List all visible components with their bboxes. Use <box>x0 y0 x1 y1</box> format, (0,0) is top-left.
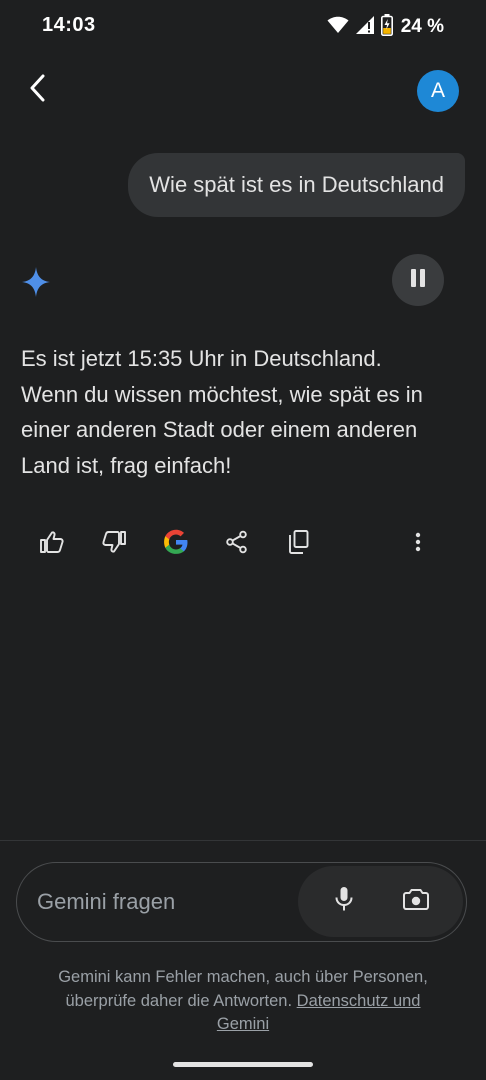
privacy-link-part[interactable]: Datenschutz und <box>297 992 421 1010</box>
composer-divider <box>0 840 486 841</box>
camera-icon <box>403 887 429 916</box>
response-line: Wenn du wissen möchtest, wie spät es in <box>21 381 423 407</box>
copy-icon <box>288 529 310 559</box>
response-line: Land ist, frag einfach! <box>21 452 232 478</box>
response-line: Es ist jetzt 15:35 Uhr in Deutschland. <box>21 346 382 371</box>
pause-button[interactable] <box>392 254 444 306</box>
pause-icon <box>410 268 426 292</box>
battery-charging-icon <box>380 13 393 41</box>
more-vertical-icon <box>415 532 421 557</box>
thumbs-up-button[interactable] <box>32 524 72 564</box>
user-message-bubble: Wie spät ist es in Deutschland <box>128 153 465 217</box>
disclaimer-line: Gemini kann Fehler machen, auch über Per… <box>58 968 428 986</box>
response-line: einer anderen Stadt oder einem anderen <box>21 417 418 442</box>
google-icon <box>163 529 189 560</box>
camera-button[interactable] <box>396 881 436 921</box>
back-button[interactable] <box>18 70 58 110</box>
disclaimer: Gemini kann Fehler machen, auch über Per… <box>0 966 486 1037</box>
share-icon <box>225 530 249 559</box>
status-bar: 14:03 24 % <box>0 0 486 56</box>
thumbs-up-icon <box>39 530 65 559</box>
response-actions <box>30 524 450 564</box>
signal-icon <box>355 15 375 40</box>
prompt-input[interactable]: Gemini fragen <box>16 862 467 942</box>
more-options-button[interactable] <box>398 524 438 564</box>
wifi-icon <box>327 16 349 39</box>
battery-level: 24 % <box>400 16 444 37</box>
gemini-star-icon <box>22 267 50 297</box>
status-time: 14:03 <box>42 14 96 36</box>
disclaimer-line: Gemini <box>0 1013 486 1037</box>
copy-button[interactable] <box>279 524 319 564</box>
google-search-button[interactable] <box>156 524 196 564</box>
microphone-button[interactable] <box>324 881 364 921</box>
thumbs-down-button[interactable] <box>94 524 134 564</box>
response-text: Es ist jetzt 15:35 Uhr in Deutschland. W… <box>21 341 466 483</box>
status-icons: 24 % <box>327 13 444 41</box>
home-indicator[interactable] <box>173 1062 313 1067</box>
prompt-placeholder: Gemini fragen <box>37 888 176 914</box>
chevron-left-icon <box>28 74 48 107</box>
user-message-text: Wie spät ist es in Deutschland <box>149 172 444 197</box>
thumbs-down-icon <box>101 530 127 559</box>
share-button[interactable] <box>217 524 257 564</box>
disclaimer-line: überprüfe daher die Antworten. Datenschu… <box>0 990 486 1014</box>
avatar[interactable]: A <box>417 70 459 112</box>
privacy-link-part[interactable]: Gemini <box>217 1015 269 1033</box>
input-tools <box>298 866 463 937</box>
microphone-icon <box>334 886 354 917</box>
disclaimer-text: überprüfe daher die Antworten. <box>65 991 297 1010</box>
